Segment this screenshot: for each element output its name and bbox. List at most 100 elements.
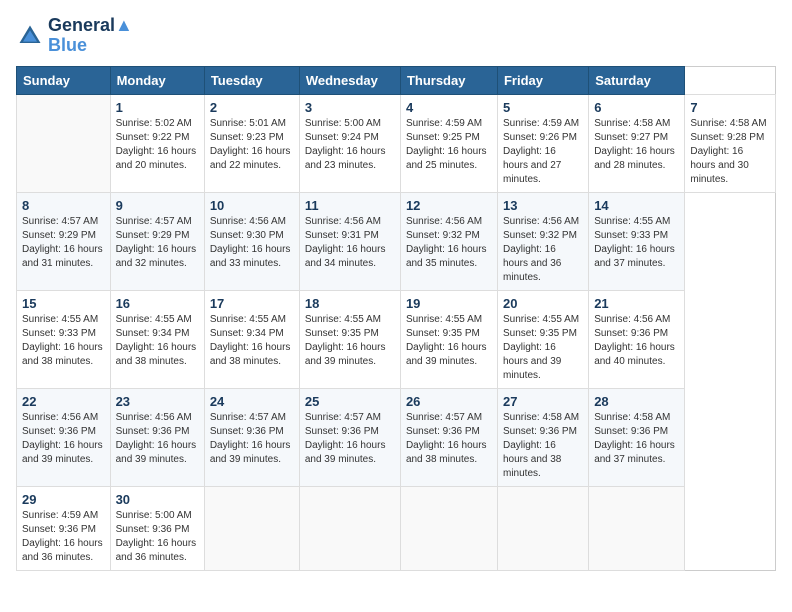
day-info: Sunrise: 4:55 AMSunset: 9:33 PMDaylight:… xyxy=(22,314,103,367)
calendar-week-2: 8 Sunrise: 4:57 AMSunset: 9:29 PMDayligh… xyxy=(17,192,776,290)
calendar-day-cell: 26 Sunrise: 4:57 AMSunset: 9:36 PMDaylig… xyxy=(400,388,497,486)
day-info: Sunrise: 4:55 AMSunset: 9:35 PMDaylight:… xyxy=(503,314,579,381)
day-info: Sunrise: 4:56 AMSunset: 9:30 PMDaylight:… xyxy=(210,216,291,269)
day-number: 9 xyxy=(116,198,199,213)
calendar-day-cell: 16 Sunrise: 4:55 AMSunset: 9:34 PMDaylig… xyxy=(110,290,204,388)
day-info: Sunrise: 4:57 AMSunset: 9:36 PMDaylight:… xyxy=(406,412,487,465)
weekday-header-tuesday: Tuesday xyxy=(204,66,299,94)
day-info: Sunrise: 5:00 AMSunset: 9:36 PMDaylight:… xyxy=(116,510,197,563)
calendar-day-cell: 14 Sunrise: 4:55 AMSunset: 9:33 PMDaylig… xyxy=(589,192,685,290)
weekday-header-thursday: Thursday xyxy=(400,66,497,94)
day-number: 17 xyxy=(210,296,294,311)
day-number: 29 xyxy=(22,492,105,507)
day-info: Sunrise: 4:56 AMSunset: 9:36 PMDaylight:… xyxy=(116,412,197,465)
day-number: 21 xyxy=(594,296,679,311)
logo-text: General▲ Blue xyxy=(48,16,133,56)
day-number: 20 xyxy=(503,296,583,311)
calendar-day-cell: 30 Sunrise: 5:00 AMSunset: 9:36 PMDaylig… xyxy=(110,486,204,570)
calendar-day-cell: 25 Sunrise: 4:57 AMSunset: 9:36 PMDaylig… xyxy=(299,388,400,486)
day-info: Sunrise: 5:01 AMSunset: 9:23 PMDaylight:… xyxy=(210,118,291,171)
day-number: 26 xyxy=(406,394,492,409)
calendar-day-cell: 6 Sunrise: 4:58 AMSunset: 9:27 PMDayligh… xyxy=(589,94,685,192)
day-info: Sunrise: 4:55 AMSunset: 9:33 PMDaylight:… xyxy=(594,216,675,269)
day-number: 28 xyxy=(594,394,679,409)
day-info: Sunrise: 4:57 AMSunset: 9:36 PMDaylight:… xyxy=(305,412,386,465)
calendar-day-cell: 11 Sunrise: 4:56 AMSunset: 9:31 PMDaylig… xyxy=(299,192,400,290)
day-number: 8 xyxy=(22,198,105,213)
day-number: 10 xyxy=(210,198,294,213)
day-number: 3 xyxy=(305,100,395,115)
calendar-day-cell: 27 Sunrise: 4:58 AMSunset: 9:36 PMDaylig… xyxy=(497,388,588,486)
calendar-day-cell xyxy=(299,486,400,570)
weekday-header-sunday: Sunday xyxy=(17,66,111,94)
calendar-day-cell: 28 Sunrise: 4:58 AMSunset: 9:36 PMDaylig… xyxy=(589,388,685,486)
day-info: Sunrise: 4:58 AMSunset: 9:36 PMDaylight:… xyxy=(594,412,675,465)
calendar-week-4: 22 Sunrise: 4:56 AMSunset: 9:36 PMDaylig… xyxy=(17,388,776,486)
day-number: 6 xyxy=(594,100,679,115)
calendar-day-cell: 1 Sunrise: 5:02 AMSunset: 9:22 PMDayligh… xyxy=(110,94,204,192)
calendar-day-cell: 17 Sunrise: 4:55 AMSunset: 9:34 PMDaylig… xyxy=(204,290,299,388)
day-number: 30 xyxy=(116,492,199,507)
day-number: 25 xyxy=(305,394,395,409)
weekday-header-wednesday: Wednesday xyxy=(299,66,400,94)
day-info: Sunrise: 4:55 AMSunset: 9:34 PMDaylight:… xyxy=(116,314,197,367)
calendar-day-cell: 4 Sunrise: 4:59 AMSunset: 9:25 PMDayligh… xyxy=(400,94,497,192)
calendar-empty-cell xyxy=(17,94,111,192)
day-info: Sunrise: 4:56 AMSunset: 9:32 PMDaylight:… xyxy=(503,216,579,283)
day-number: 2 xyxy=(210,100,294,115)
calendar-day-cell xyxy=(400,486,497,570)
day-number: 12 xyxy=(406,198,492,213)
weekday-header-saturday: Saturday xyxy=(589,66,685,94)
logo-icon xyxy=(16,22,44,50)
day-number: 4 xyxy=(406,100,492,115)
calendar-day-cell: 15 Sunrise: 4:55 AMSunset: 9:33 PMDaylig… xyxy=(17,290,111,388)
day-info: Sunrise: 4:55 AMSunset: 9:34 PMDaylight:… xyxy=(210,314,291,367)
day-info: Sunrise: 4:59 AMSunset: 9:26 PMDaylight:… xyxy=(503,118,579,185)
calendar-day-cell: 22 Sunrise: 4:56 AMSunset: 9:36 PMDaylig… xyxy=(17,388,111,486)
day-info: Sunrise: 4:55 AMSunset: 9:35 PMDaylight:… xyxy=(406,314,487,367)
day-number: 1 xyxy=(116,100,199,115)
calendar-day-cell: 20 Sunrise: 4:55 AMSunset: 9:35 PMDaylig… xyxy=(497,290,588,388)
calendar-day-cell: 10 Sunrise: 4:56 AMSunset: 9:30 PMDaylig… xyxy=(204,192,299,290)
day-info: Sunrise: 4:59 AMSunset: 9:36 PMDaylight:… xyxy=(22,510,103,563)
calendar-day-cell: 18 Sunrise: 4:55 AMSunset: 9:35 PMDaylig… xyxy=(299,290,400,388)
weekday-header-friday: Friday xyxy=(497,66,588,94)
day-info: Sunrise: 4:58 AMSunset: 9:27 PMDaylight:… xyxy=(594,118,675,171)
calendar-day-cell: 23 Sunrise: 4:56 AMSunset: 9:36 PMDaylig… xyxy=(110,388,204,486)
calendar-day-cell: 29 Sunrise: 4:59 AMSunset: 9:36 PMDaylig… xyxy=(17,486,111,570)
calendar-day-cell xyxy=(589,486,685,570)
day-info: Sunrise: 4:57 AMSunset: 9:36 PMDaylight:… xyxy=(210,412,291,465)
logo: General▲ Blue xyxy=(16,16,133,56)
calendar-day-cell: 21 Sunrise: 4:56 AMSunset: 9:36 PMDaylig… xyxy=(589,290,685,388)
day-number: 5 xyxy=(503,100,583,115)
calendar-day-cell xyxy=(497,486,588,570)
calendar-week-5: 29 Sunrise: 4:59 AMSunset: 9:36 PMDaylig… xyxy=(17,486,776,570)
day-info: Sunrise: 5:02 AMSunset: 9:22 PMDaylight:… xyxy=(116,118,197,171)
weekday-header-monday: Monday xyxy=(110,66,204,94)
day-info: Sunrise: 5:00 AMSunset: 9:24 PMDaylight:… xyxy=(305,118,386,171)
day-number: 23 xyxy=(116,394,199,409)
calendar-day-cell: 9 Sunrise: 4:57 AMSunset: 9:29 PMDayligh… xyxy=(110,192,204,290)
day-info: Sunrise: 4:58 AMSunset: 9:36 PMDaylight:… xyxy=(503,412,579,479)
day-number: 14 xyxy=(594,198,679,213)
calendar-day-cell: 19 Sunrise: 4:55 AMSunset: 9:35 PMDaylig… xyxy=(400,290,497,388)
calendar-day-cell: 3 Sunrise: 5:00 AMSunset: 9:24 PMDayligh… xyxy=(299,94,400,192)
day-number: 7 xyxy=(690,100,770,115)
calendar-day-cell: 2 Sunrise: 5:01 AMSunset: 9:23 PMDayligh… xyxy=(204,94,299,192)
calendar-day-cell xyxy=(204,486,299,570)
day-number: 27 xyxy=(503,394,583,409)
day-number: 22 xyxy=(22,394,105,409)
day-info: Sunrise: 4:56 AMSunset: 9:36 PMDaylight:… xyxy=(22,412,103,465)
day-number: 18 xyxy=(305,296,395,311)
page-header: General▲ Blue xyxy=(16,16,776,56)
day-info: Sunrise: 4:56 AMSunset: 9:32 PMDaylight:… xyxy=(406,216,487,269)
calendar-day-cell: 12 Sunrise: 4:56 AMSunset: 9:32 PMDaylig… xyxy=(400,192,497,290)
calendar-day-cell: 5 Sunrise: 4:59 AMSunset: 9:26 PMDayligh… xyxy=(497,94,588,192)
day-info: Sunrise: 4:57 AMSunset: 9:29 PMDaylight:… xyxy=(116,216,197,269)
calendar-day-cell: 8 Sunrise: 4:57 AMSunset: 9:29 PMDayligh… xyxy=(17,192,111,290)
calendar-week-3: 15 Sunrise: 4:55 AMSunset: 9:33 PMDaylig… xyxy=(17,290,776,388)
calendar-day-cell: 13 Sunrise: 4:56 AMSunset: 9:32 PMDaylig… xyxy=(497,192,588,290)
calendar-table: SundayMondayTuesdayWednesdayThursdayFrid… xyxy=(16,66,776,571)
calendar-week-1: 1 Sunrise: 5:02 AMSunset: 9:22 PMDayligh… xyxy=(17,94,776,192)
day-info: Sunrise: 4:56 AMSunset: 9:36 PMDaylight:… xyxy=(594,314,675,367)
